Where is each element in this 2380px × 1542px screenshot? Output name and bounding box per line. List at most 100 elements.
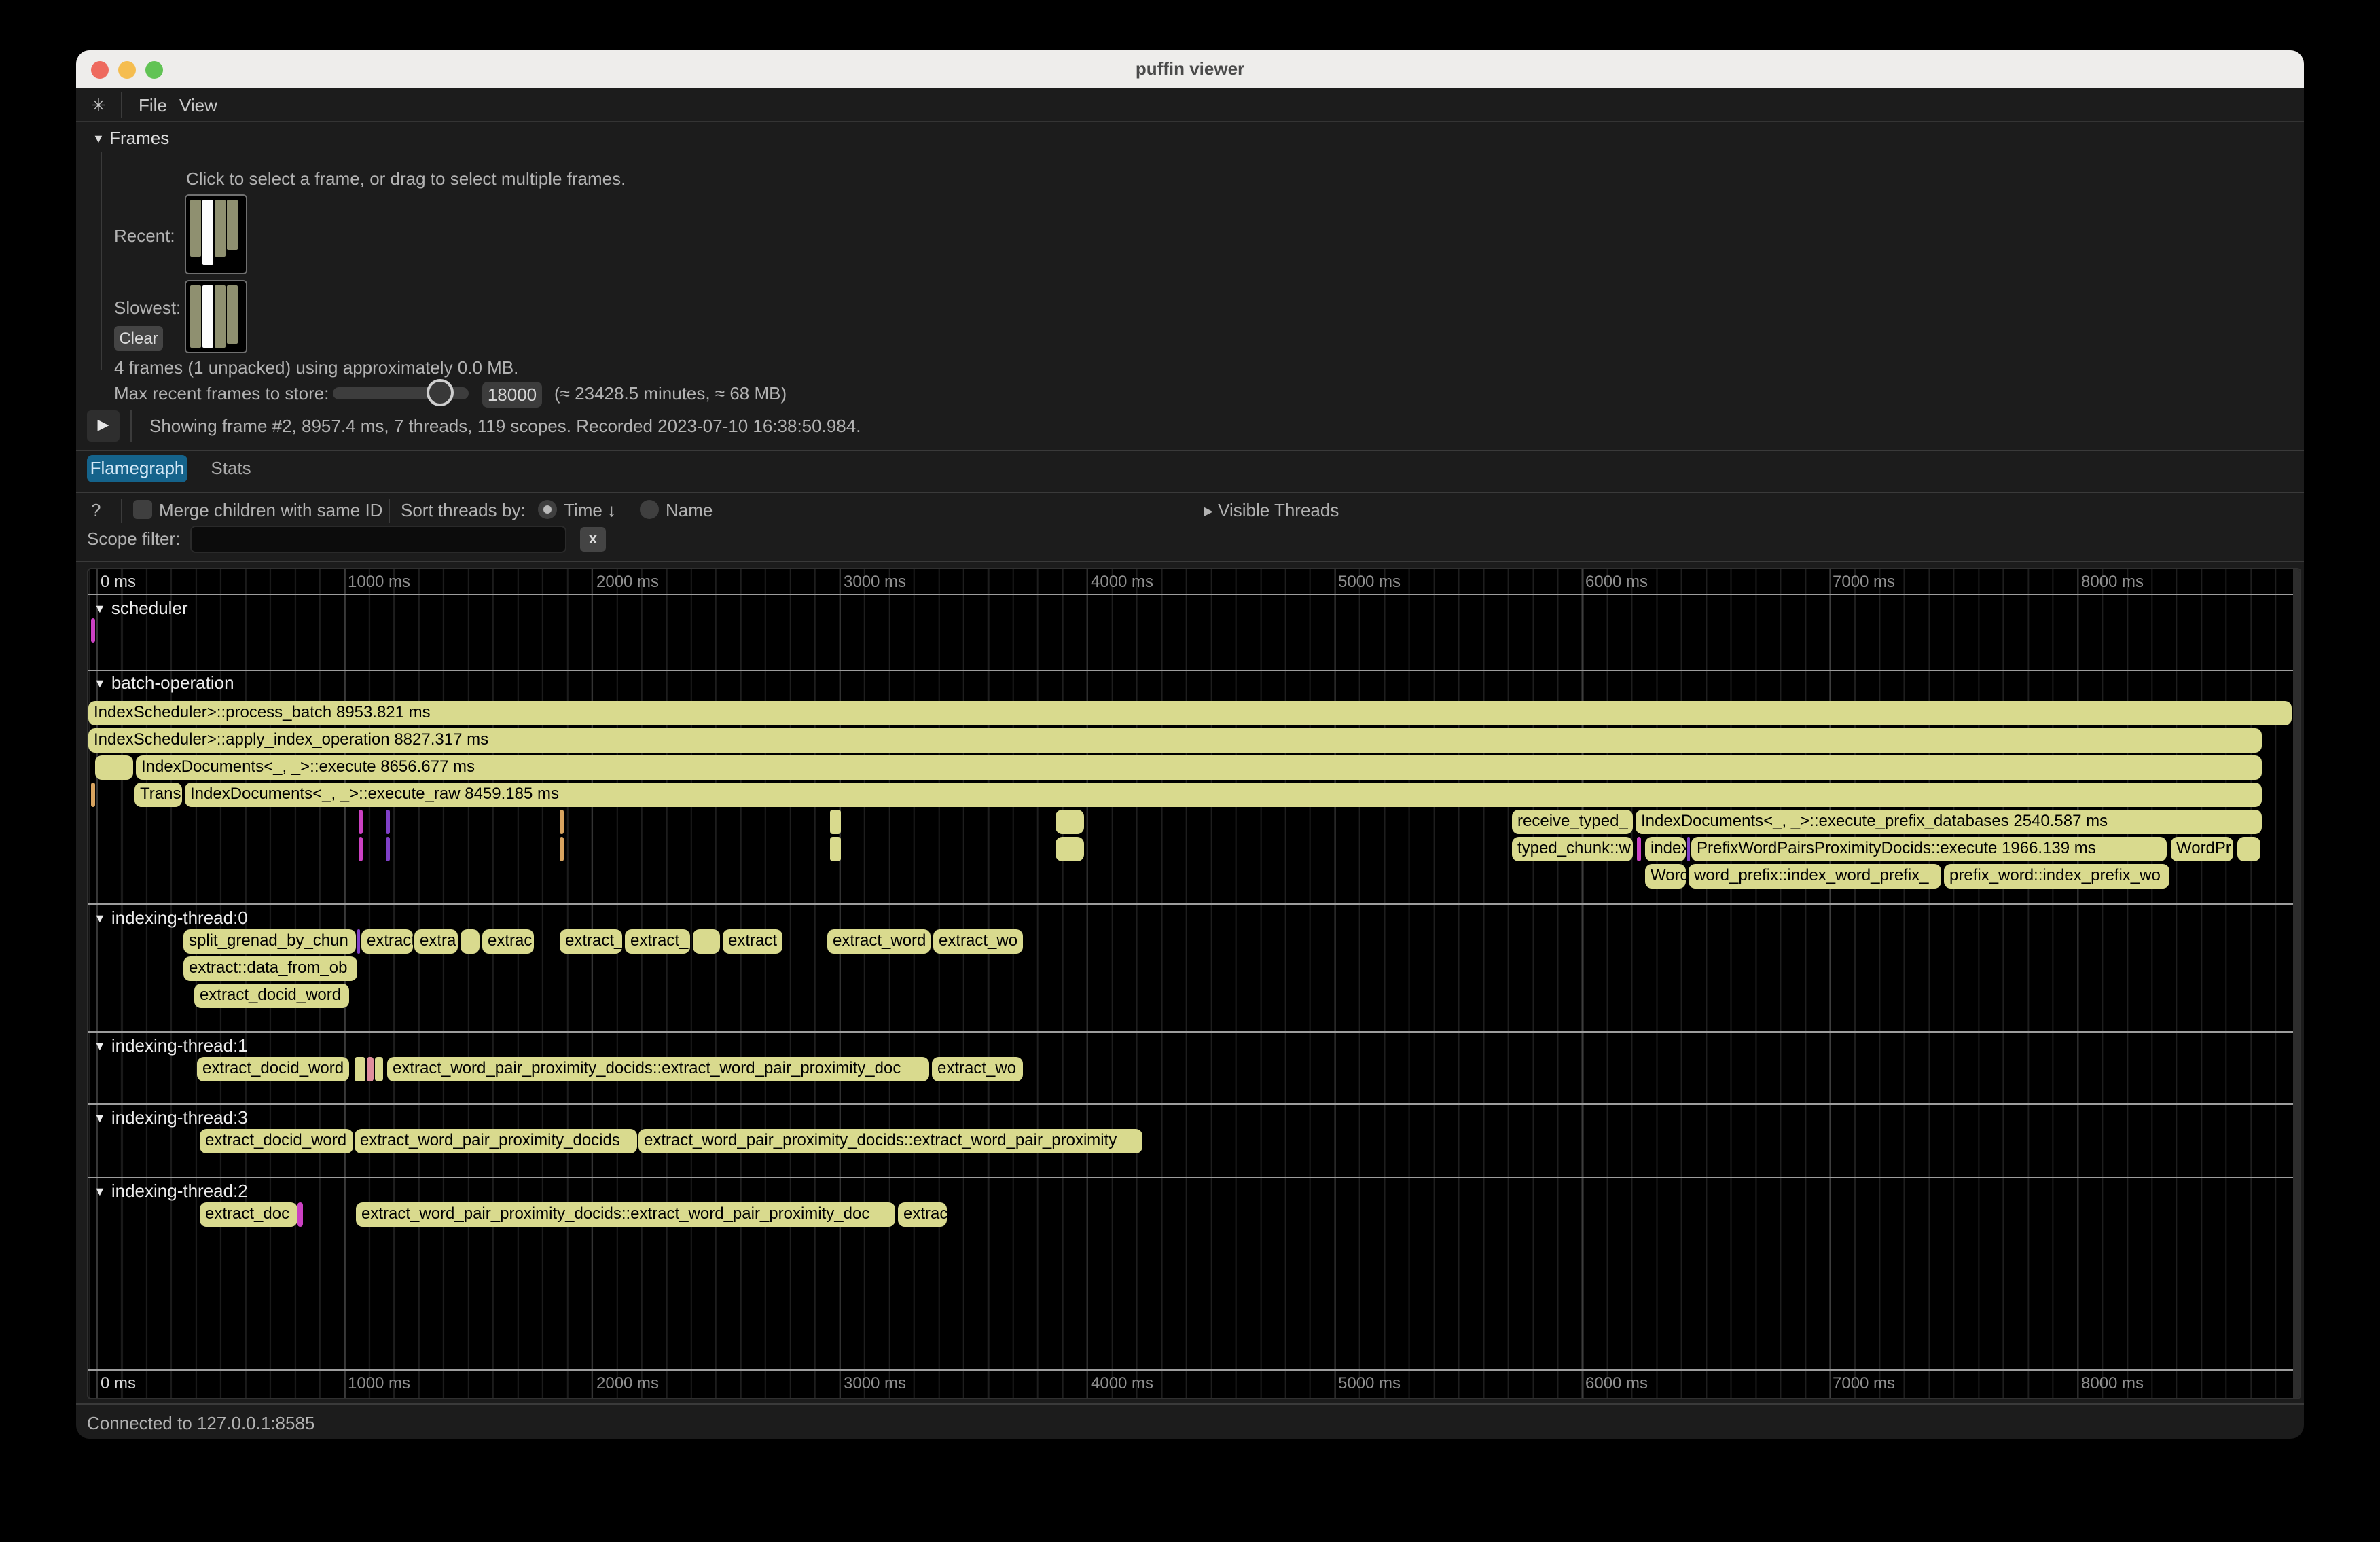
scope-bar[interactable]: extra — [414, 929, 458, 954]
collapse-open-icon: ▼ — [94, 1185, 106, 1198]
collapse-open-icon: ▼ — [94, 602, 106, 615]
thread-header-batch-operation[interactable]: ▼batch-operation — [94, 673, 234, 693]
scope-bar-small[interactable] — [298, 1202, 303, 1227]
scope-bar[interactable]: Trans — [134, 783, 182, 807]
scope-bar[interactable]: extract_word_pair_proximity_docids::extr… — [387, 1057, 929, 1081]
thread-header-indexing-thread:3[interactable]: ▼indexing-thread:3 — [94, 1107, 248, 1128]
scope-bar-small[interactable] — [386, 837, 390, 861]
menu-view[interactable]: View — [179, 95, 217, 115]
scope-bar[interactable]: extract_word_pair_proximity_docids — [355, 1129, 637, 1153]
scope-bar[interactable]: prefix_word::index_prefix_wo — [1944, 864, 2169, 889]
thread-header-indexing-thread:1[interactable]: ▼indexing-thread:1 — [94, 1035, 248, 1056]
slowest-frames-thumbnail[interactable] — [185, 280, 247, 353]
scope-bar[interactable]: WordPr — [2171, 837, 2233, 861]
scope-bar[interactable]: extract_doc — [200, 1202, 298, 1227]
scope-bar-small[interactable] — [2237, 837, 2260, 861]
scope-bar-small[interactable] — [375, 1057, 383, 1081]
scope-bar-small[interactable] — [560, 837, 564, 861]
scope-bar[interactable]: extract::data_from_ob — [183, 956, 357, 981]
scope-bar-small[interactable] — [1687, 837, 1690, 861]
thread-header-scheduler[interactable]: ▼scheduler — [94, 598, 188, 618]
visible-threads-header[interactable]: ▶ Visible Threads — [1204, 500, 1339, 520]
scope-bar[interactable]: extract_wo — [932, 1057, 1023, 1081]
options-separator — [389, 499, 390, 523]
scope-filter-clear-button[interactable]: x — [580, 527, 606, 552]
scope-bar[interactable]: IndexScheduler>::process_batch 8953.821 … — [88, 701, 2292, 725]
scope-bar[interactable]: IndexDocuments<_, _>::execute_raw 8459.1… — [185, 783, 2262, 807]
recent-frames-thumbnail[interactable] — [185, 194, 247, 274]
scope-bar[interactable]: receive_typed_ — [1512, 810, 1633, 834]
play-button[interactable]: ▶ — [87, 410, 120, 442]
clear-button[interactable]: Clear — [114, 326, 163, 351]
scope-bar-small[interactable] — [359, 837, 363, 861]
sort-time-radio[interactable] — [538, 500, 557, 519]
scope-bar[interactable]: extract — [361, 929, 413, 954]
scope-bar[interactable]: extrac — [482, 929, 534, 954]
bottom-axis-tick: 5000 ms — [1338, 1374, 1401, 1393]
scope-bar[interactable]: extract_word — [827, 929, 931, 954]
scope-bar-small[interactable] — [357, 929, 360, 954]
frame-bar[interactable] — [190, 200, 201, 257]
scope-bar[interactable]: extract_docid_word — [194, 984, 349, 1008]
scope-bar[interactable]: index — [1645, 837, 1686, 861]
flamegraph-canvas[interactable]: 0 ms1000 ms2000 ms3000 ms4000 ms5000 ms6… — [87, 568, 2301, 1399]
menu-separator — [121, 92, 122, 118]
frame-bar[interactable] — [215, 200, 226, 257]
scope-bar-small[interactable] — [386, 810, 390, 834]
scope-bar-small[interactable] — [461, 929, 480, 954]
scope-bar[interactable]: IndexDocuments<_, _>::execute 8656.677 m… — [136, 755, 2262, 780]
top-axis-tick: 2000 ms — [596, 572, 659, 591]
canvas-scrollbar[interactable] — [2293, 569, 2301, 1398]
frame-bar[interactable] — [227, 200, 238, 249]
theme-icon[interactable]: ✳ — [91, 95, 106, 117]
sort-time-label[interactable]: Time ↓ — [564, 500, 616, 520]
scope-bar[interactable]: word_prefix::index_word_prefix_ — [1689, 864, 1941, 889]
sort-name-radio[interactable] — [640, 500, 659, 519]
frame-bar[interactable] — [202, 200, 213, 266]
scope-bar[interactable]: extract_wo — [933, 929, 1023, 954]
scope-bar[interactable]: Word — [1645, 864, 1686, 889]
scope-bar[interactable]: extract — [723, 929, 782, 954]
slider-knob-icon[interactable] — [427, 379, 454, 406]
thread-header-indexing-thread:2[interactable]: ▼indexing-thread:2 — [94, 1181, 248, 1201]
frame-bar[interactable] — [215, 285, 226, 348]
scope-bar[interactable]: extract_word_pair_proximity_docids::extr… — [638, 1129, 1142, 1153]
scope-bar[interactable]: extract_ — [625, 929, 690, 954]
help-icon[interactable]: ? — [91, 500, 101, 520]
scope-bar[interactable]: extract_docid_word — [200, 1129, 353, 1153]
scope-bar-small[interactable] — [1637, 837, 1641, 861]
sort-name-label[interactable]: Name — [666, 500, 713, 520]
tab-stats[interactable]: Stats — [204, 455, 258, 482]
scope-bar-small[interactable] — [1056, 837, 1084, 861]
scope-bar-small[interactable] — [830, 810, 841, 834]
merge-children-checkbox[interactable] — [133, 500, 152, 519]
thread-header-indexing-thread:0[interactable]: ▼indexing-thread:0 — [94, 908, 248, 928]
frames-section-header[interactable]: ▼ Frames — [92, 128, 169, 148]
scope-bar-small[interactable] — [560, 810, 564, 834]
scope-bar[interactable]: PrefixWordPairsProximityDocids::execute … — [1691, 837, 2167, 861]
scope-bar[interactable]: extract_docid_word — [197, 1057, 349, 1081]
scope-bar[interactable]: split_grenad_by_chun — [183, 929, 356, 954]
scope-bar-small[interactable] — [359, 810, 363, 834]
frame-bar[interactable] — [190, 285, 201, 348]
scope-filter-input[interactable] — [190, 526, 566, 553]
scope-bar-small[interactable] — [91, 618, 95, 643]
scope-bar-small[interactable] — [355, 1057, 365, 1081]
frame-bar[interactable] — [202, 285, 213, 348]
scope-bar-small[interactable] — [830, 837, 841, 861]
scope-bar[interactable]: extract_word_pair_proximity_docids::extr… — [356, 1202, 895, 1227]
frame-bar[interactable] — [227, 285, 238, 344]
scope-bar-small[interactable] — [693, 929, 720, 954]
scope-bar[interactable]: IndexScheduler>::apply_index_operation 8… — [88, 728, 2262, 753]
scope-bar-small[interactable] — [95, 755, 133, 780]
scope-bar[interactable]: typed_chunk::w — [1512, 837, 1633, 861]
scope-bar[interactable]: IndexDocuments<_, _>::execute_prefix_dat… — [1636, 810, 2262, 834]
tab-flamegraph[interactable]: Flamegraph — [87, 455, 187, 482]
scope-bar-small[interactable] — [91, 783, 95, 807]
menu-file[interactable]: File — [139, 95, 167, 115]
scope-bar[interactable]: extract_ — [560, 929, 622, 954]
max-frames-value[interactable]: 18000 — [482, 382, 542, 408]
scope-bar[interactable]: extrac — [898, 1202, 947, 1227]
scope-bar-small[interactable] — [367, 1057, 374, 1081]
scope-bar-small[interactable] — [1056, 810, 1084, 834]
